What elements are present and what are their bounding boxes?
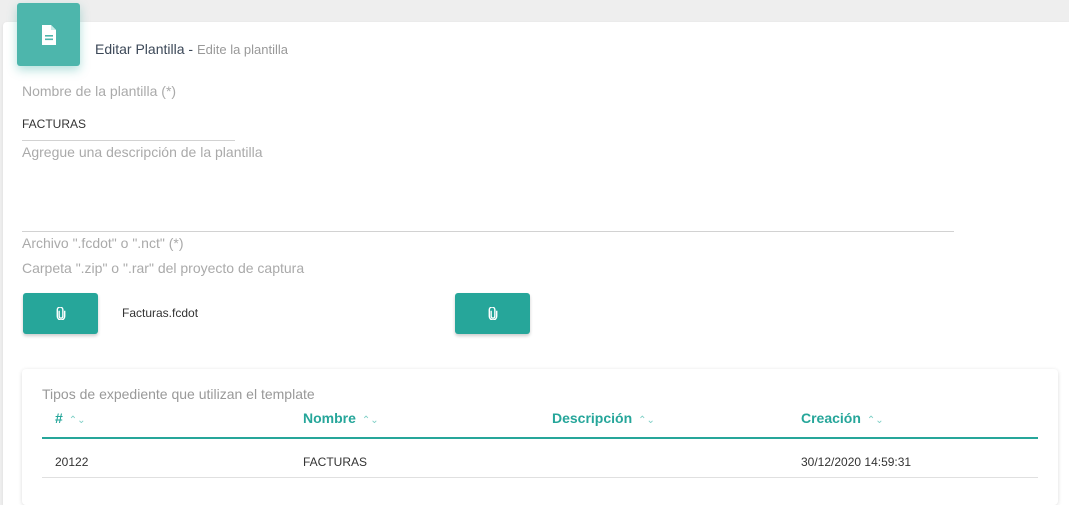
paperclip-icon <box>488 307 497 320</box>
sort-icon: ⌃⌄ <box>361 415 379 426</box>
sort-icon: ⌃⌄ <box>68 415 86 426</box>
description-textarea[interactable]: Agregue una descripción de la plantilla <box>22 144 263 160</box>
page-title: Editar Plantilla - Edite la plantilla <box>95 41 288 57</box>
paperclip-icon <box>56 307 65 320</box>
column-header-id[interactable]: # ⌃⌄ <box>55 410 86 426</box>
sort-icon: ⌃⌄ <box>866 415 884 426</box>
page-subtitle: Edite la plantilla <box>196 42 289 57</box>
template-name-input[interactable]: FACTURAS <box>22 117 86 131</box>
column-header-nombre-label: Nombre <box>303 410 356 426</box>
column-header-creacion-label: Creación <box>801 410 861 426</box>
column-header-creacion[interactable]: Creación ⌃⌄ <box>801 410 884 426</box>
document-icon <box>41 24 56 45</box>
sort-icon: ⌃⌄ <box>638 415 655 426</box>
selected-file-name: Facturas.fcdot <box>122 306 199 320</box>
expedient-types-table-card: Tipos de expediente que utilizan el temp… <box>22 369 1058 505</box>
column-header-descripcion-label: Descripción <box>552 410 633 426</box>
column-header-descripcion[interactable]: Descripción ⌃⌄ <box>552 410 655 426</box>
column-header-nombre[interactable]: Nombre ⌃⌄ <box>303 410 379 426</box>
cell-nombre: FACTURAS <box>303 455 368 469</box>
cell-id: 20122 <box>55 455 89 469</box>
table-title: Tipos de expediente que utilizan el temp… <box>42 386 315 402</box>
title-separator: - <box>184 41 197 57</box>
cell-creacion: 30/12/2020 14:59:31 <box>801 455 912 469</box>
page-title-text: Editar Plantilla <box>95 41 185 57</box>
table-header-divider <box>42 437 1038 439</box>
column-header-id-label: # <box>55 410 63 426</box>
template-name-underline <box>22 140 235 141</box>
card-header-icon-box <box>17 3 80 66</box>
attach-folder-button[interactable] <box>455 293 530 334</box>
attach-file-button[interactable] <box>23 293 98 334</box>
file-label: Archivo ".fcdot" o ".nct" (*) <box>22 235 184 251</box>
table-row-divider <box>42 477 1038 478</box>
description-underline <box>22 231 954 232</box>
folder-label: Carpeta ".zip" o ".rar" del proyecto de … <box>22 260 305 276</box>
template-name-label: Nombre de la plantilla (*) <box>22 83 177 99</box>
